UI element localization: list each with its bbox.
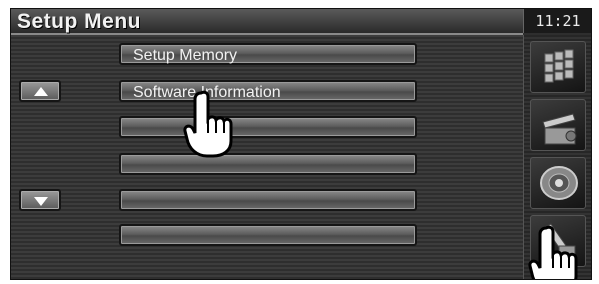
arrow-up-icon [34, 87, 48, 96]
grid-menu-icon [544, 49, 574, 83]
scroll-up-button[interactable] [19, 80, 61, 102]
menu-item-empty-3[interactable] [119, 116, 417, 138]
arrow-down-icon [34, 197, 48, 206]
title-bar: Setup Menu [11, 9, 523, 35]
menu-item-empty-6[interactable] [119, 224, 417, 246]
side-button-audio[interactable] [530, 157, 586, 209]
side-button-av[interactable] [530, 99, 586, 151]
pointing-hand-icon [183, 90, 233, 158]
speaker-icon [540, 166, 578, 200]
page-title: Setup Menu [17, 10, 141, 33]
menu-item-empty-4[interactable] [119, 153, 417, 175]
clock: 11:21 [523, 9, 591, 33]
side-button-menu[interactable] [530, 41, 586, 93]
clapperboard-icon [542, 113, 577, 145]
scroll-down-button[interactable] [19, 189, 61, 211]
menu-item-empty-5[interactable] [119, 189, 417, 211]
pointing-hand-icon [528, 225, 578, 279]
menu-item-software-information[interactable]: Software Information [119, 80, 417, 102]
setup-menu-screen: Setup Menu 11:21 Setup Memory Software I… [10, 8, 592, 280]
menu-item-setup-memory[interactable]: Setup Memory [119, 43, 417, 65]
